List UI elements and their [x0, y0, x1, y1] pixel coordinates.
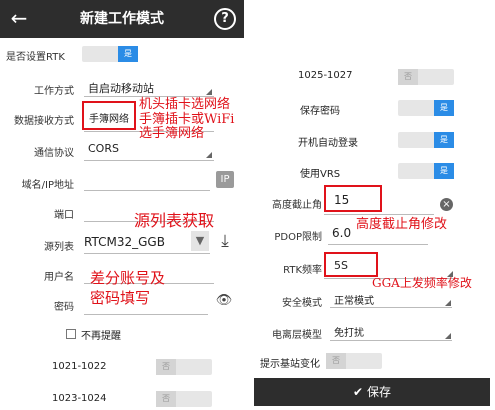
save-pwd-label: 保存密码	[300, 106, 340, 117]
item-1021-toggle[interactable]: 否	[156, 359, 212, 375]
source-value[interactable]: RTCM32_GGB	[84, 235, 165, 249]
password-input[interactable]	[84, 314, 208, 315]
item-1025-toggle-state: 否	[398, 69, 418, 85]
port-label: 端口	[54, 210, 74, 221]
page-title: 新建工作模式	[80, 11, 164, 27]
rtk-freq-highlight	[324, 252, 378, 277]
base-change-toggle-state: 否	[326, 353, 346, 369]
gga-note: GGA上发频率修改	[372, 276, 472, 290]
iono-underline	[330, 340, 452, 341]
rtk-freq-label: RTK频率	[283, 265, 322, 276]
item-1025-toggle[interactable]: 否	[398, 69, 454, 85]
save-button[interactable]: ✔ 保存	[254, 378, 490, 406]
vrs-toggle[interactable]: 是	[398, 163, 454, 179]
item-1023-toggle[interactable]: 否	[156, 391, 212, 407]
user-label: 用户名	[44, 272, 74, 283]
item-1023-label: 1023-1024	[52, 393, 107, 404]
protocol-label: 通信协议	[34, 148, 74, 159]
iono-label: 电离层模型	[272, 330, 322, 341]
save-label: 保存	[366, 385, 391, 399]
security-dropdown-icon	[445, 300, 451, 306]
security-label: 安全模式	[282, 298, 322, 309]
cutoff-note: 高度截止角修改	[356, 217, 448, 232]
pdop-underline	[328, 244, 428, 245]
data-recv-label: 数据接收方式	[14, 116, 74, 127]
source-note: 源列表获取	[134, 211, 215, 230]
auto-login-toggle[interactable]: 是	[398, 132, 454, 148]
domain-label: 域名/IP地址	[21, 180, 74, 191]
save-pwd-toggle-state: 是	[434, 100, 454, 116]
protocol-value[interactable]: CORS	[88, 142, 119, 155]
help-icon[interactable]: ?	[214, 8, 236, 30]
security-underline	[330, 307, 452, 308]
pdop-value[interactable]: 6.0	[332, 226, 351, 240]
cutoff-label: 高度截止角	[272, 200, 322, 211]
pdop-label: PDOP限制	[274, 232, 322, 243]
vrs-toggle-state: 是	[434, 163, 454, 179]
no-remind-label: 不再提醒	[81, 331, 121, 342]
protocol-dropdown-icon	[206, 152, 212, 158]
protocol-underline	[84, 160, 214, 161]
source-label: 源列表	[44, 242, 74, 253]
cutoff-highlight	[324, 185, 382, 212]
rtk-toggle-state: 是	[118, 46, 138, 62]
account-note-2: 密码填写	[90, 289, 151, 307]
title-bar: ← 新建工作模式 ?	[0, 0, 244, 38]
ip-button[interactable]: IP	[216, 171, 234, 188]
download-icon[interactable]: ⤓	[216, 230, 234, 252]
password-label: 密码	[54, 302, 74, 313]
item-1021-label: 1021-1022	[52, 361, 107, 372]
data-recv-note-3: 选手簿网络	[139, 126, 205, 141]
check-icon: ✔	[353, 385, 364, 399]
iono-dropdown-icon	[445, 333, 451, 339]
clear-icon[interactable]: ×	[440, 198, 453, 211]
no-remind-checkbox[interactable]	[66, 329, 76, 339]
rtk-label: 是否设置RTK	[6, 52, 65, 63]
data-recv-highlight	[82, 101, 136, 130]
vrs-label: 使用VRS	[300, 169, 341, 180]
auto-login-label: 开机自动登录	[298, 138, 358, 149]
item-1023-toggle-state: 否	[156, 391, 176, 407]
domain-input[interactable]	[84, 190, 210, 191]
base-change-toggle[interactable]: 否	[326, 353, 382, 369]
item-1021-toggle-state: 否	[156, 359, 176, 375]
iono-value[interactable]: 免打扰	[334, 324, 364, 339]
security-value[interactable]: 正常模式	[334, 292, 374, 307]
base-change-label: 提示基站变化	[260, 359, 320, 370]
back-arrow-icon[interactable]: ←	[6, 5, 32, 31]
rtk-toggle[interactable]: 是	[82, 46, 138, 62]
source-underline	[84, 253, 210, 254]
eye-icon[interactable]: 👁	[214, 293, 234, 309]
item-1025-label: 1025-1027	[298, 70, 353, 81]
work-mode-label: 工作方式	[34, 86, 74, 97]
account-note-1: 差分账号及	[90, 269, 166, 287]
right-screen: 1025-1027 否 保存密码 是 开机自动登录 是 使用VRS 是 高度截止…	[254, 52, 490, 406]
save-pwd-toggle[interactable]: 是	[398, 100, 454, 116]
source-dropdown-icon[interactable]: ▼	[191, 231, 209, 251]
auto-login-toggle-state: 是	[434, 132, 454, 148]
left-screen: ← 新建工作模式 ? 是否设置RTK 是 工作方式 自启动移动站 数据接收方式 …	[0, 0, 244, 410]
